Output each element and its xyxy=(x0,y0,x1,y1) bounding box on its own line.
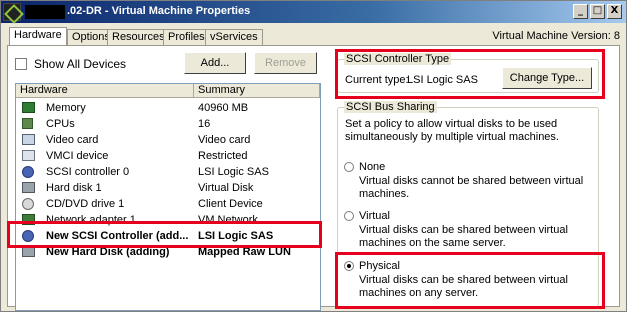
minimize-button[interactable]: _ xyxy=(573,4,588,19)
row-summary: Client Device xyxy=(198,198,263,210)
row-summary: 16 xyxy=(198,118,211,130)
row-summary: LSI Logic SAS xyxy=(198,166,269,178)
scsi-icon xyxy=(22,230,34,242)
tab-hardware[interactable]: Hardware xyxy=(9,27,67,45)
radio-virtual[interactable] xyxy=(344,211,354,221)
option-virtual-label: Virtual xyxy=(359,210,390,222)
tab-vservices[interactable]: vServices xyxy=(205,29,263,45)
option-physical-desc: Virtual disks can be shared between virt… xyxy=(359,274,568,299)
row-summary: 40960 MB xyxy=(198,102,249,114)
network-icon xyxy=(22,214,35,225)
hardware-row-vmci[interactable]: VMCI device Restricted xyxy=(16,148,320,164)
hardware-row-memory[interactable]: Memory 40960 MB xyxy=(16,100,320,116)
row-name: CD/DVD drive 1 xyxy=(46,198,125,210)
harddisk-icon xyxy=(22,182,35,193)
scsi-icon xyxy=(22,166,34,178)
option-virtual-desc: Virtual disks can be shared between virt… xyxy=(359,224,568,249)
scsi-controller-type-legend: SCSI Controller Type xyxy=(344,53,452,65)
change-type-button[interactable]: Change Type... xyxy=(502,67,592,89)
row-summary: VM Network xyxy=(198,214,258,226)
hardware-row-cpus[interactable]: CPUs 16 xyxy=(16,116,320,132)
tab-resources[interactable]: Resources xyxy=(107,29,170,45)
row-name: Video card xyxy=(46,134,99,146)
maximize-button[interactable]: □ xyxy=(590,4,605,19)
radio-physical[interactable] xyxy=(344,261,354,271)
hardware-list: Hardware Summary Memory 40960 MB CPUs 16… xyxy=(15,83,321,311)
option-none-label: None xyxy=(359,161,386,173)
checkbox-icon[interactable] xyxy=(15,58,27,70)
hardware-row-network[interactable]: Network adapter 1 VM Network xyxy=(16,212,320,228)
row-summary: Virtual Disk xyxy=(198,182,254,194)
column-summary[interactable]: Summary xyxy=(194,84,320,98)
row-summary: Mapped Raw LUN xyxy=(198,246,291,258)
cdrom-icon xyxy=(22,198,34,210)
option-none-desc: Virtual disks cannot be shared between v… xyxy=(359,175,584,200)
row-summary: LSI Logic SAS xyxy=(198,230,274,242)
harddisk-icon xyxy=(22,246,35,257)
remove-button[interactable]: Remove xyxy=(254,52,317,74)
row-name: CPUs xyxy=(46,118,75,130)
current-type-value: LSI Logic SAS xyxy=(407,74,478,86)
row-name: SCSI controller 0 xyxy=(46,166,130,178)
bus-sharing-intro: Set a policy to allow virtual disks to b… xyxy=(345,118,559,143)
close-button[interactable]: X xyxy=(607,4,622,19)
hardware-list-header: Hardware Summary xyxy=(16,84,320,98)
vm-version-label: Virtual Machine Version: 8 xyxy=(492,30,620,42)
row-name: New Hard Disk (adding) xyxy=(46,246,170,258)
add-button[interactable]: Add... xyxy=(184,52,246,74)
cpu-icon xyxy=(22,118,33,129)
row-name: Hard disk 1 xyxy=(46,182,102,194)
redacted-name xyxy=(25,5,65,19)
tab-profiles[interactable]: Profiles xyxy=(163,29,210,45)
hardware-row-hard-disk[interactable]: Hard disk 1 Virtual Disk xyxy=(16,180,320,196)
current-type-label: Current type: xyxy=(345,74,409,86)
vmci-icon xyxy=(22,150,35,161)
hardware-row-cdrom[interactable]: CD/DVD drive 1 Client Device xyxy=(16,196,320,212)
monitor-icon xyxy=(22,134,35,145)
row-name: Network adapter 1 xyxy=(46,214,136,226)
vm-properties-window: .02-DR - Virtual Machine Properties _ □ … xyxy=(0,0,627,312)
row-name: New SCSI Controller (add... xyxy=(46,230,189,242)
row-name: Memory xyxy=(46,102,86,114)
memory-icon xyxy=(22,102,35,113)
vsphere-app-icon xyxy=(3,3,21,21)
window-title: .02-DR - Virtual Machine Properties xyxy=(67,5,251,17)
hardware-row-scsi-controller[interactable]: SCSI controller 0 LSI Logic SAS xyxy=(16,164,320,180)
show-all-label: Show All Devices xyxy=(34,57,127,71)
row-summary: Video card xyxy=(198,134,251,146)
row-summary: Restricted xyxy=(198,150,248,162)
hardware-row-new-hard-disk[interactable]: New Hard Disk (adding) Mapped Raw LUN xyxy=(16,244,320,260)
radio-none[interactable] xyxy=(344,162,354,172)
scsi-bus-sharing-legend: SCSI Bus Sharing xyxy=(344,101,437,113)
row-name: VMCI device xyxy=(46,150,109,162)
hardware-row-video-card[interactable]: Video card Video card xyxy=(16,132,320,148)
title-bar[interactable]: .02-DR - Virtual Machine Properties _ □ … xyxy=(1,1,626,23)
show-all-devices-checkbox[interactable]: Show All Devices xyxy=(15,57,126,71)
option-physical-label: Physical xyxy=(359,260,400,272)
column-hardware[interactable]: Hardware xyxy=(16,84,194,98)
hardware-row-new-scsi-controller[interactable]: New SCSI Controller (add... LSI Logic SA… xyxy=(16,228,320,244)
